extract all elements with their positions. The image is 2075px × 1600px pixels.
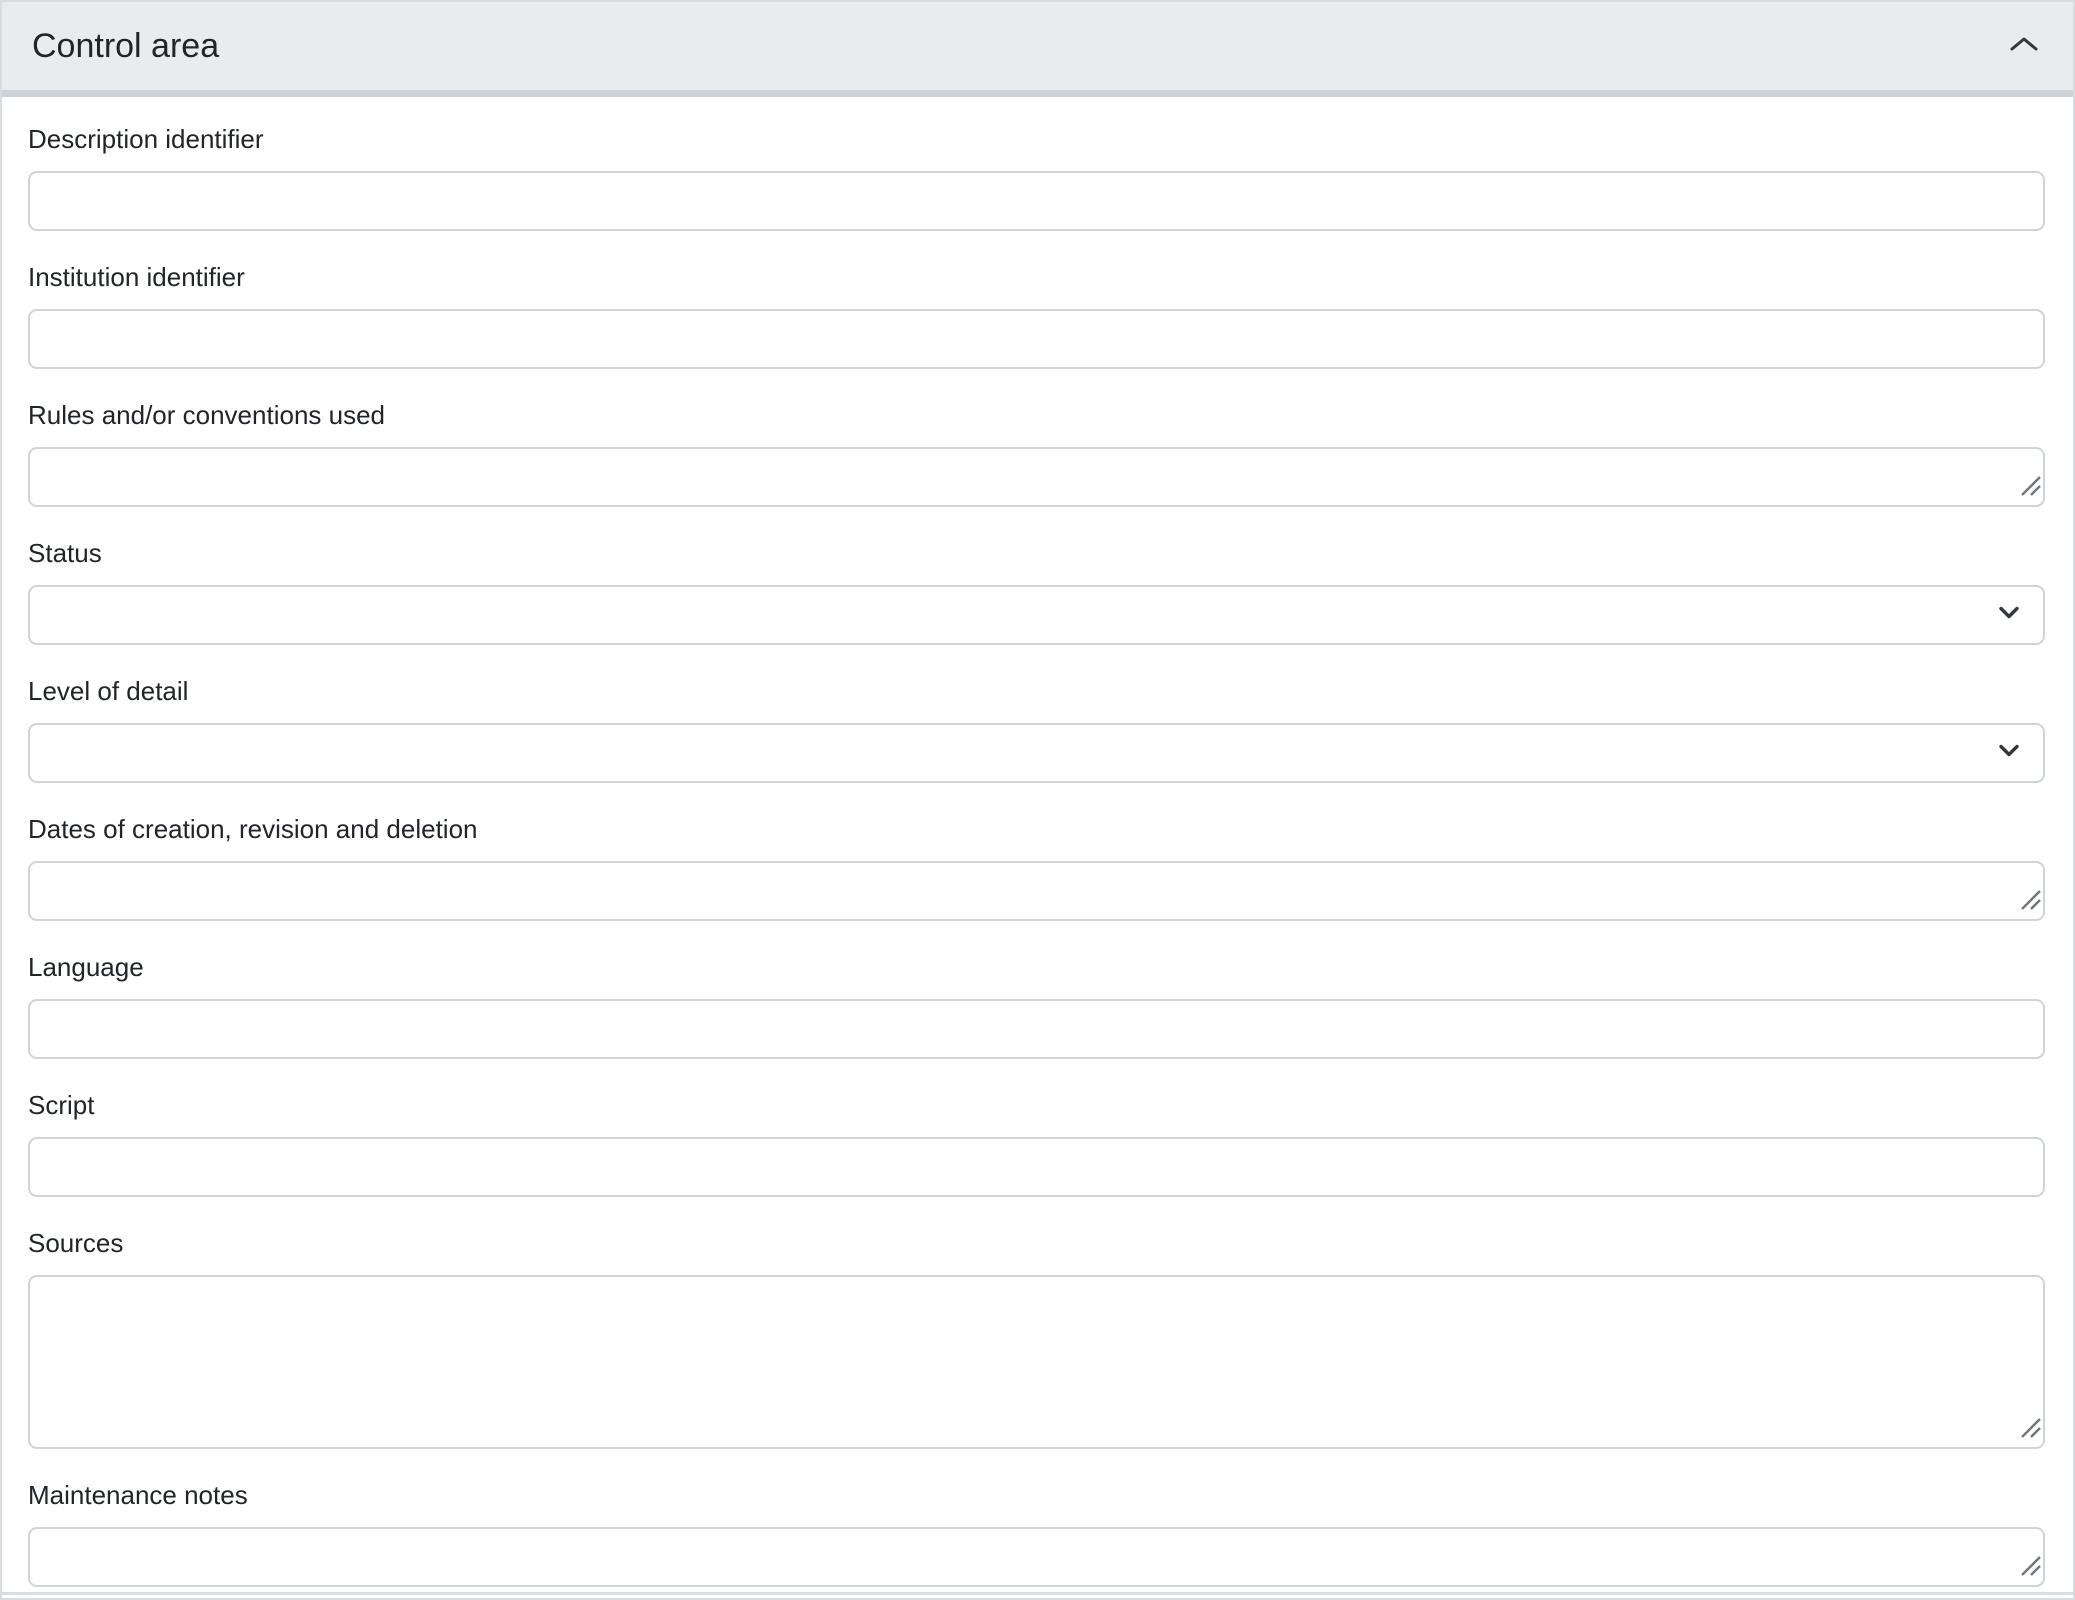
- field-label-maintenance-notes: Maintenance notes: [28, 1479, 2045, 1511]
- sources-textarea[interactable]: [28, 1275, 2045, 1449]
- field-status: Status: [28, 537, 2045, 645]
- field-label-institution-identifier: Institution identifier: [28, 261, 2045, 293]
- script-input[interactable]: [28, 1137, 2045, 1197]
- institution-identifier-input[interactable]: [28, 309, 2045, 369]
- field-maintenance-notes: Maintenance notes: [28, 1479, 2045, 1587]
- resize-handle-icon[interactable]: [2020, 475, 2042, 502]
- control-area-form: Description identifier Institution ident…: [2, 97, 2073, 1587]
- field-language: Language: [28, 951, 2045, 1059]
- field-sources: Sources: [28, 1227, 2045, 1449]
- level-of-detail-select-wrap: [28, 723, 2045, 783]
- field-description-identifier: Description identifier: [28, 123, 2045, 231]
- dates-creation-revision-deletion-textarea[interactable]: [28, 861, 2045, 921]
- field-label-dates-creation-revision-deletion: Dates of creation, revision and deletion: [28, 813, 2045, 845]
- field-label-script: Script: [28, 1089, 2045, 1121]
- sources-textarea-wrap: [28, 1275, 2045, 1449]
- rules-conventions-textarea[interactable]: [28, 447, 2045, 507]
- maintenance-notes-textarea[interactable]: [28, 1527, 2045, 1587]
- status-select-wrap: [28, 585, 2045, 645]
- field-level-of-detail: Level of detail: [28, 675, 2045, 783]
- field-script: Script: [28, 1089, 2045, 1197]
- field-label-description-identifier: Description identifier: [28, 123, 2045, 155]
- next-section-divider: [2, 1592, 2073, 1595]
- chevron-up-icon: [2009, 35, 2039, 58]
- field-label-rules-conventions: Rules and/or conventions used: [28, 399, 2045, 431]
- field-label-status: Status: [28, 537, 2045, 569]
- level-of-detail-select[interactable]: [28, 723, 2045, 783]
- status-select[interactable]: [28, 585, 2045, 645]
- dates-textarea-wrap: [28, 861, 2045, 921]
- maintenance-notes-textarea-wrap: [28, 1527, 2045, 1587]
- description-identifier-input[interactable]: [28, 171, 2045, 231]
- field-label-sources: Sources: [28, 1227, 2045, 1259]
- field-rules-conventions: Rules and/or conventions used: [28, 399, 2045, 507]
- language-input[interactable]: [28, 999, 2045, 1059]
- section-title: Control area: [32, 27, 219, 66]
- field-dates-creation-revision-deletion: Dates of creation, revision and deletion: [28, 813, 2045, 921]
- field-label-language: Language: [28, 951, 2045, 983]
- field-institution-identifier: Institution identifier: [28, 261, 2045, 369]
- rules-conventions-textarea-wrap: [28, 447, 2045, 507]
- accordion-header-control-area[interactable]: Control area: [2, 2, 2073, 97]
- control-area-panel: Control area Description identifier Inst…: [0, 0, 2075, 1600]
- field-label-level-of-detail: Level of detail: [28, 675, 2045, 707]
- resize-handle-icon[interactable]: [2020, 1555, 2042, 1582]
- resize-handle-icon[interactable]: [2020, 1417, 2042, 1444]
- resize-handle-icon[interactable]: [2020, 889, 2042, 916]
